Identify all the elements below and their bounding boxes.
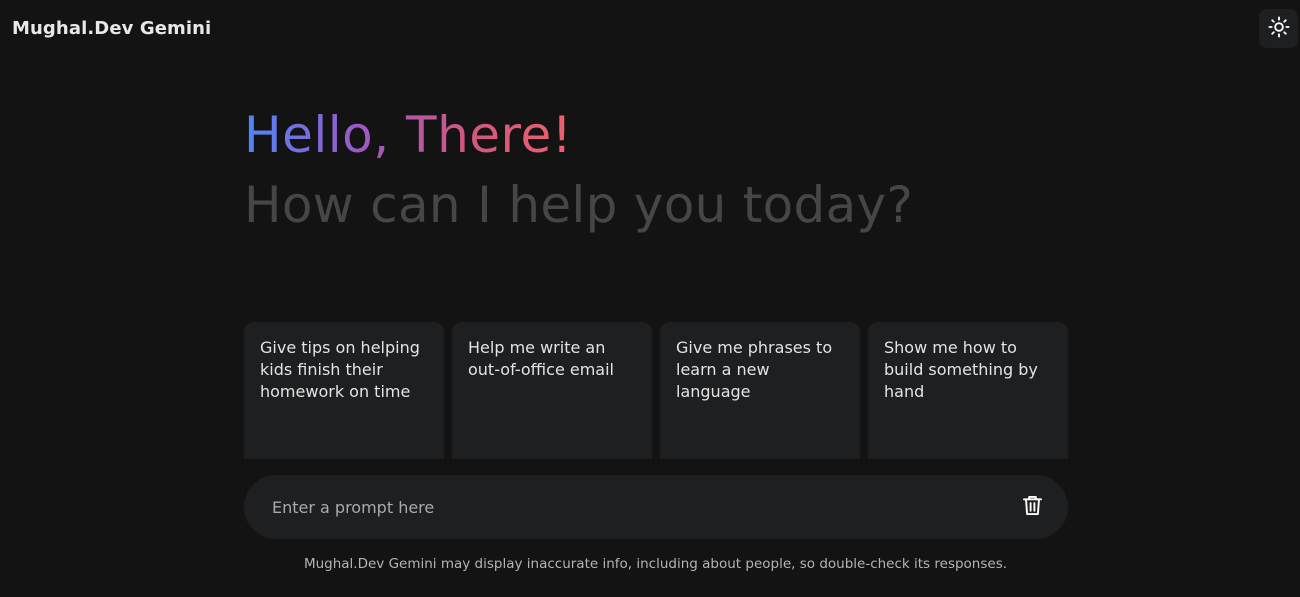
suggestion-card-out-of-office[interactable]: Help me write an out-of-office email [452,322,652,459]
delete-chat-button[interactable] [1020,495,1044,519]
prompt-bar [244,475,1068,539]
prompt-input[interactable] [272,497,1020,517]
theme-toggle-button[interactable] [1259,9,1298,48]
brand-title: Mughal.Dev Gemini [12,18,212,39]
suggestion-text: Give tips on helping kids finish their h… [260,338,420,401]
disclaimer-text: Mughal.Dev Gemini may display inaccurate… [303,556,1008,572]
suggestion-list: Give tips on helping kids finish their h… [244,322,1068,459]
sun-icon [1267,15,1290,42]
suggestion-text: Give me phrases to learn a new language [676,338,833,401]
suggestion-card-homework-tips[interactable]: Give tips on helping kids finish their h… [244,322,444,459]
trash-icon [1022,495,1042,520]
greeting-title: Hello, There! [244,104,572,167]
suggestion-text: Show me how to build something by hand [884,338,1038,401]
greeting-subtitle: How can I help you today? [244,176,914,234]
suggestion-text: Help me write an out-of-office email [468,338,614,379]
suggestion-card-language-phrases[interactable]: Give me phrases to learn a new language [660,322,860,459]
suggestion-card-build-by-hand[interactable]: Show me how to build something by hand [868,322,1068,459]
app-root: Mughal.Dev Gemini Hello, There! How can … [0,0,1300,597]
